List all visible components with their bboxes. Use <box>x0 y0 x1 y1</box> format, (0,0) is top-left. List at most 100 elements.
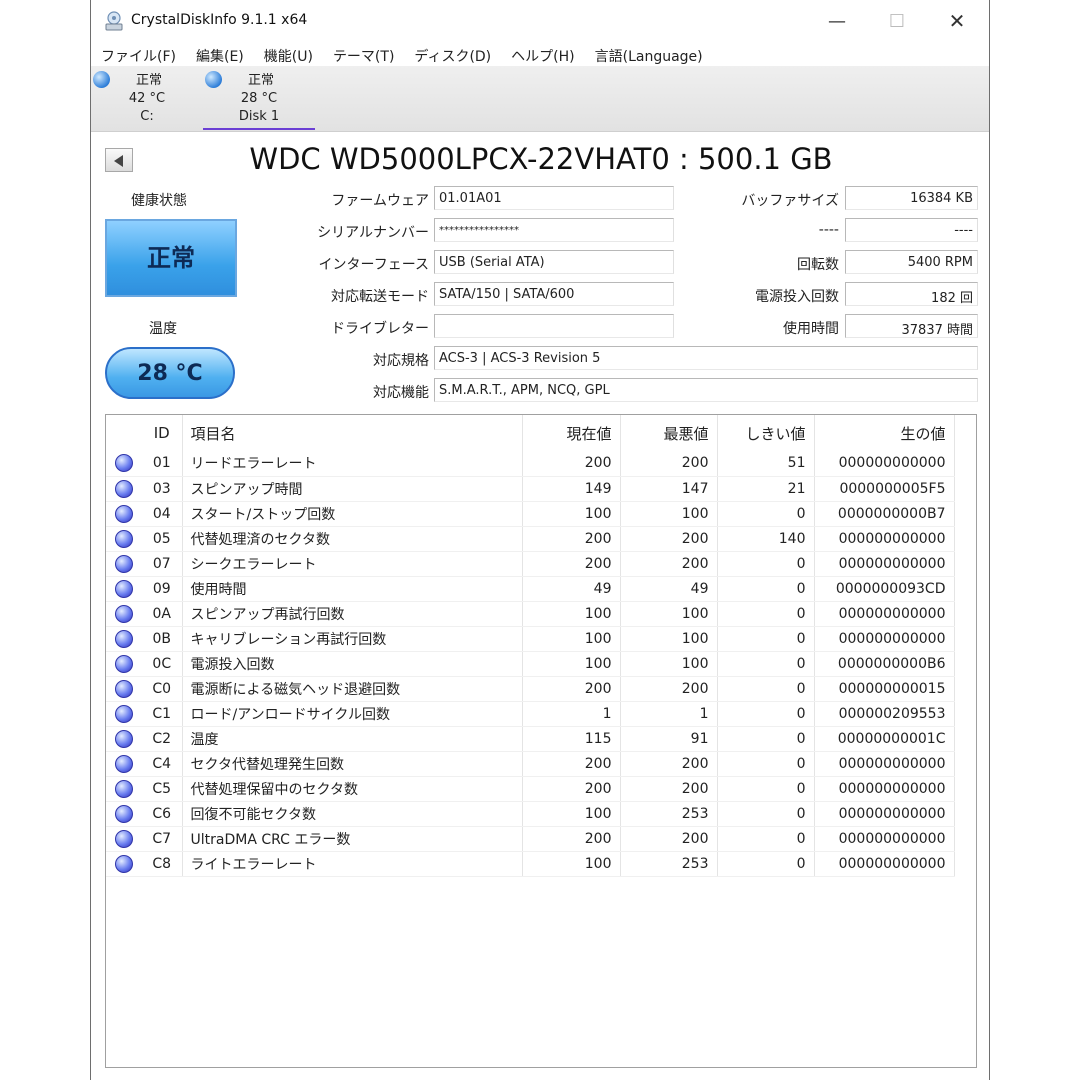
table-row[interactable]: C5 代替処理保留中のセクタ数 200 200 0 000000000000 <box>106 776 955 802</box>
attribute-id: C7 <box>142 826 183 852</box>
menu-language[interactable]: 言語(Language) <box>585 42 713 66</box>
worst-value: 200 <box>620 526 718 552</box>
power-on-hours-label: 使用時間 <box>783 321 839 337</box>
worst-value: 200 <box>620 751 718 777</box>
status-cell <box>106 626 142 652</box>
status-cell <box>106 851 142 877</box>
status-dot-icon <box>115 804 133 823</box>
menu-theme[interactable]: テーマ(T) <box>323 42 404 66</box>
current-value: 149 <box>522 476 621 502</box>
attribute-id: C8 <box>142 851 183 877</box>
raw-value: 0000000093CD <box>814 576 955 602</box>
name-column-header[interactable]: 項目名 <box>182 415 523 451</box>
table-row[interactable]: C1 ロード/アンロードサイクル回数 1 1 0 000000209553 <box>106 701 955 727</box>
temperature-display[interactable]: 28 °C <box>105 347 235 399</box>
health-status-value: 正常 <box>147 243 195 272</box>
threshold-value: 0 <box>717 501 815 527</box>
table-row[interactable]: 09 使用時間 49 49 0 0000000093CD <box>106 576 955 602</box>
health-status-button[interactable]: 正常 <box>105 219 237 297</box>
worst-column-header[interactable]: 最悪値 <box>620 415 718 451</box>
threshold-value: 0 <box>717 776 815 802</box>
attribute-name: スタート/ストップ回数 <box>182 501 523 527</box>
attribute-name: キャリブレーション再試行回数 <box>182 626 523 652</box>
status-cell <box>106 551 142 577</box>
attribute-id: C2 <box>142 726 183 752</box>
id-column-header[interactable]: ID <box>142 415 183 451</box>
attribute-id: 01 <box>142 451 183 477</box>
status-cell <box>106 826 142 852</box>
table-row[interactable]: 05 代替処理済のセクタ数 200 200 140 000000000000 <box>106 526 955 552</box>
raw-value: 0000000000B6 <box>814 651 955 677</box>
menu-help[interactable]: ヘルプ(H) <box>501 42 584 66</box>
table-row[interactable]: C4 セクタ代替処理発生回数 200 200 0 000000000000 <box>106 751 955 777</box>
attribute-id: 04 <box>142 501 183 527</box>
table-row[interactable]: 0C 電源投入回数 100 100 0 0000000000B6 <box>106 651 955 677</box>
title-bar[interactable]: CrystalDiskInfo 9.1.1 x64 — ☐ ✕ <box>91 0 989 42</box>
attribute-name: 代替処理済のセクタ数 <box>182 526 523 552</box>
status-dot-icon <box>115 604 133 623</box>
status-dot-icon <box>115 854 133 873</box>
interface-field: USB (Serial ATA) <box>434 250 674 274</box>
table-row[interactable]: C8 ライトエラーレート 100 253 0 000000000000 <box>106 851 955 877</box>
status-cell <box>106 701 142 727</box>
status-dot-icon <box>115 579 133 598</box>
previous-disk-button[interactable] <box>105 148 133 172</box>
table-row[interactable]: 07 シークエラーレート 200 200 0 000000000000 <box>106 551 955 577</box>
disk-status: 正常 <box>135 73 162 88</box>
threshold-value: 0 <box>717 551 815 577</box>
current-column-header[interactable]: 現在値 <box>522 415 621 451</box>
maximize-button[interactable]: ☐ <box>867 0 927 42</box>
raw-value: 000000000000 <box>814 751 955 777</box>
current-value: 100 <box>522 851 621 877</box>
current-value: 49 <box>522 576 621 602</box>
disk-temp: 28 °C <box>240 91 278 106</box>
menu-function[interactable]: 機能(U) <box>254 42 323 66</box>
menu-disk[interactable]: ディスク(D) <box>404 42 501 66</box>
attribute-id: C6 <box>142 801 183 827</box>
worst-value: 100 <box>620 501 718 527</box>
attribute-id: 03 <box>142 476 183 502</box>
minimize-button[interactable]: — <box>807 0 867 42</box>
status-cell <box>106 776 142 802</box>
table-row[interactable]: 0A スピンアップ再試行回数 100 100 0 000000000000 <box>106 601 955 627</box>
current-value: 115 <box>522 726 621 752</box>
menu-file[interactable]: ファイル(F) <box>91 42 186 66</box>
power-on-hours-field: 37837 時間 <box>845 314 978 338</box>
worst-value: 200 <box>620 676 718 702</box>
status-column-header[interactable] <box>106 415 142 451</box>
table-row[interactable]: 01 リードエラーレート 200 200 51 000000000000 <box>106 451 955 477</box>
current-value: 100 <box>522 601 621 627</box>
rotation-field: 5400 RPM <box>845 250 978 274</box>
threshold-value: 0 <box>717 601 815 627</box>
raw-column-header[interactable]: 生の値 <box>814 415 955 451</box>
table-row[interactable]: C6 回復不可能セクタ数 100 253 0 000000000000 <box>106 801 955 827</box>
status-cell <box>106 576 142 602</box>
status-dot-icon <box>115 779 133 798</box>
attribute-name: 使用時間 <box>182 576 523 602</box>
threshold-value: 0 <box>717 576 815 602</box>
disk-tab-c[interactable]: 正常 42 °C C: <box>91 66 203 130</box>
drive-letter-label: ドライブレター <box>331 321 429 337</box>
attribute-name: 電源断による磁気ヘッド退避回数 <box>182 676 523 702</box>
close-button[interactable]: ✕ <box>927 0 987 42</box>
current-value: 200 <box>522 526 621 552</box>
worst-value: 100 <box>620 601 718 627</box>
status-cell <box>106 801 142 827</box>
threshold-column-header[interactable]: しきい値 <box>717 415 815 451</box>
menu-edit[interactable]: 編集(E) <box>186 42 254 66</box>
minimize-icon: — <box>828 10 846 32</box>
table-row[interactable]: C7 UltraDMA CRC エラー数 200 200 0 000000000000 <box>106 826 955 852</box>
serial-label: シリアルナンバー <box>317 225 429 241</box>
firmware-label: ファームウェア <box>331 193 429 209</box>
attribute-name: ロード/アンロードサイクル回数 <box>182 701 523 727</box>
table-row[interactable]: 0B キャリブレーション再試行回数 100 100 0 000000000000 <box>106 626 955 652</box>
table-row[interactable]: 04 スタート/ストップ回数 100 100 0 0000000000B7 <box>106 501 955 527</box>
table-row[interactable]: 03 スピンアップ時間 149 147 21 0000000005F5 <box>106 476 955 502</box>
smart-attributes-list[interactable]: ID 項目名 現在値 最悪値 しきい値 生の値 01 リードエラーレート 200 20… <box>105 414 977 1068</box>
table-row[interactable]: C0 電源断による磁気ヘッド退避回数 200 200 0 000000000015 <box>106 676 955 702</box>
disk-tab-disk1[interactable]: 正常 28 °C Disk 1 <box>203 66 315 130</box>
threshold-value: 0 <box>717 726 815 752</box>
table-row[interactable]: C2 温度 115 91 0 00000000001C <box>106 726 955 752</box>
status-cell <box>106 526 142 552</box>
threshold-value: 0 <box>717 651 815 677</box>
